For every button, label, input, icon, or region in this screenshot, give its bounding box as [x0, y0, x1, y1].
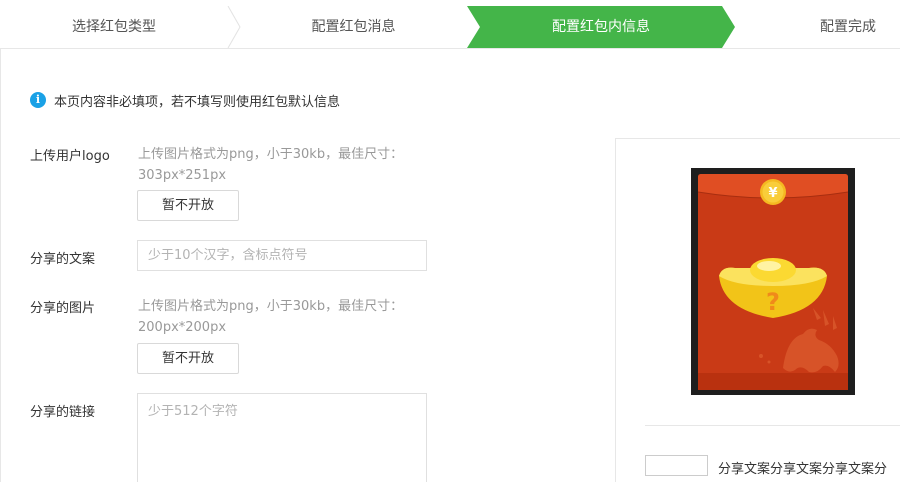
share-link-label: 分享的链接 — [30, 405, 96, 420]
envelope-bottom — [698, 373, 848, 390]
steps-bar: 选择红包类型 配置红包消息 配置红包内信息 配置完成 — [0, 6, 900, 48]
share-link-textarea[interactable] — [137, 393, 427, 482]
yen-coin-icon: ¥ — [760, 179, 786, 205]
notice-bar: i 本页内容非必填项，若不填写则使用红包默认信息 — [30, 91, 341, 110]
share-image-label: 分享的图片 — [30, 301, 96, 316]
share-preview-text: 分享文案分享文案分享文案分 — [718, 462, 888, 477]
share-image-hint-line1: 上传图片格式为png，小于30kb，最佳尺寸： — [138, 299, 404, 314]
preview-divider — [645, 425, 900, 426]
logo-hint-line1: 上传图片格式为png，小于30kb，最佳尺寸： — [138, 147, 404, 162]
logo-hint: 上传图片格式为png，小于30kb，最佳尺寸： 303px*251px — [138, 144, 438, 186]
content-left-border — [0, 49, 1, 482]
share-image-upload-button[interactable]: 暂不开放 — [137, 343, 239, 374]
envelope-preview: ¥ ? — [691, 168, 855, 395]
share-text-input[interactable] — [137, 240, 427, 271]
share-image-hint-line2: 200px*200px — [138, 320, 227, 335]
share-image-hint: 上传图片格式为png，小于30kb，最佳尺寸： 200px*200px — [138, 296, 438, 338]
steps-divider — [0, 48, 900, 49]
svg-text:¥: ¥ — [768, 186, 777, 201]
svg-text:?: ? — [766, 288, 780, 316]
share-thumbnail — [645, 455, 708, 476]
step-separator — [227, 6, 241, 48]
share-text-label: 分享的文案 — [30, 252, 96, 267]
info-icon: i — [30, 92, 46, 108]
logo-upload-button[interactable]: 暂不开放 — [137, 190, 239, 221]
step-select-type[interactable]: 选择红包类型 — [0, 6, 228, 48]
step-config-message[interactable]: 配置红包消息 — [240, 6, 467, 48]
logo-hint-line2: 303px*251px — [138, 168, 227, 183]
step-config-inner-info[interactable]: 配置红包内信息 — [480, 6, 722, 48]
notice-text: 本页内容非必填项，若不填写则使用红包默认信息 — [54, 94, 341, 110]
logo-label: 上传用户logo — [30, 149, 110, 164]
step-config-done[interactable]: 配置完成 — [790, 6, 900, 48]
